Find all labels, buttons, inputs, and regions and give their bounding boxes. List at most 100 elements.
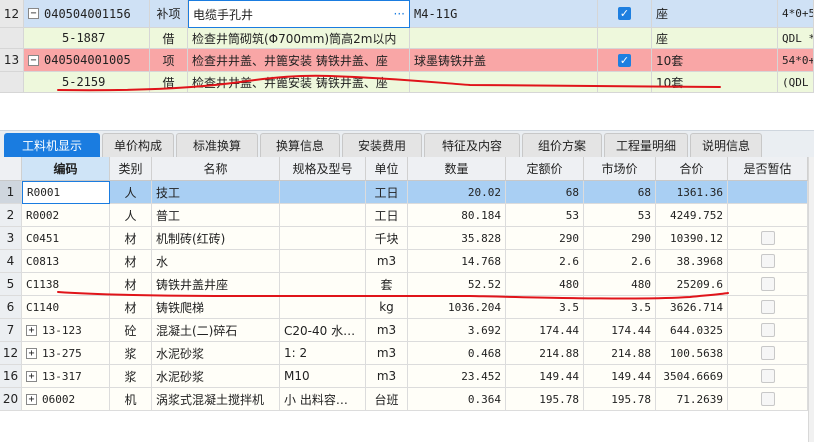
resource-category[interactable]: 材 bbox=[110, 296, 152, 319]
table-row[interactable]: 6 C1140 材铸铁爬梯 kg 1036.204 3.5 3.5 3626.714 bbox=[0, 296, 808, 319]
expand-icon[interactable]: + bbox=[26, 347, 37, 359]
code-cell[interactable]: − 040504001156 bbox=[24, 0, 150, 28]
collapse-icon[interactable]: − bbox=[28, 54, 39, 66]
pane-splitter[interactable] bbox=[0, 94, 814, 131]
resource-category[interactable]: 人 bbox=[110, 204, 152, 227]
resource-code[interactable]: +06002 bbox=[22, 388, 110, 411]
resource-unit[interactable]: kg bbox=[366, 296, 408, 319]
resource-code[interactable]: +13-123 bbox=[22, 319, 110, 342]
resource-code[interactable]: C0813 bbox=[22, 250, 110, 273]
col-header-total[interactable]: 合价 bbox=[656, 157, 728, 181]
resource-quantity[interactable]: 35.828 bbox=[408, 227, 506, 250]
resource-estimated[interactable] bbox=[728, 342, 808, 365]
expand-icon[interactable]: + bbox=[26, 324, 37, 336]
item-row[interactable]: 12 − 040504001156 补项 电缆手孔井 ··· M4-11G ✓ … bbox=[0, 0, 814, 28]
resource-market-price[interactable]: 2.6 bbox=[584, 250, 656, 273]
col-header-unit[interactable]: 单位 bbox=[366, 157, 408, 181]
resource-quantity[interactable]: 20.02 bbox=[408, 181, 506, 204]
resource-name[interactable]: 涡浆式混凝土搅拌机 bbox=[152, 388, 280, 411]
resource-unit[interactable]: m3 bbox=[366, 250, 408, 273]
resource-name[interactable]: 普工 bbox=[152, 204, 280, 227]
resource-quota-price[interactable]: 174.44 bbox=[506, 319, 584, 342]
collapse-icon[interactable]: − bbox=[28, 8, 39, 19]
checkbox-icon[interactable] bbox=[760, 392, 775, 406]
resource-quota-price[interactable]: 68 bbox=[506, 181, 584, 204]
resource-estimated[interactable] bbox=[728, 296, 808, 319]
resource-total[interactable]: 71.2639 bbox=[656, 388, 728, 411]
resource-quota-price[interactable]: 214.88 bbox=[506, 342, 584, 365]
checkbox-icon[interactable] bbox=[760, 369, 775, 383]
table-row[interactable]: 7 +13-123 砼混凝土(二)碎石 C20-40 水… m3 3.692 174.44 1… bbox=[0, 319, 808, 342]
resource-code[interactable]: C1138 bbox=[22, 273, 110, 296]
item-subrow[interactable]: 5-2159 借 检查井井盖、井篦安装 铸铁井盖、座 10套 (QDL + bbox=[0, 72, 814, 93]
resource-code[interactable]: C1140 bbox=[22, 296, 110, 319]
resource-spec[interactable] bbox=[280, 227, 366, 250]
resource-category[interactable]: 浆 bbox=[110, 365, 152, 388]
table-row[interactable]: 2 R0002 人普工 工日 80.184 53 53 4249.752 bbox=[0, 204, 808, 227]
table-row[interactable]: 4 C0813 材水 m3 14.768 2.6 2.6 38.3968 bbox=[0, 250, 808, 273]
resource-estimated[interactable] bbox=[728, 388, 808, 411]
more-button[interactable]: ··· bbox=[394, 7, 405, 21]
resource-quantity[interactable]: 80.184 bbox=[408, 204, 506, 227]
check-cell[interactable]: ✓ bbox=[598, 49, 652, 72]
resource-quota-price[interactable]: 480 bbox=[506, 273, 584, 296]
resource-code[interactable]: C0451 bbox=[22, 227, 110, 250]
table-row[interactable]: 3 C0451 材机制砖(红砖) 千块 35.828 290 290 10390.12 bbox=[0, 227, 808, 250]
col-header-spec[interactable]: 规格及型号 bbox=[280, 157, 366, 181]
resource-unit[interactable]: 千块 bbox=[366, 227, 408, 250]
checkbox-icon[interactable] bbox=[760, 231, 775, 245]
col-header-category[interactable]: 类别 bbox=[110, 157, 152, 181]
resource-quantity[interactable]: 1036.204 bbox=[408, 296, 506, 319]
resource-market-price[interactable]: 290 bbox=[584, 227, 656, 250]
resource-unit[interactable]: 套 bbox=[366, 273, 408, 296]
resource-spec[interactable] bbox=[280, 273, 366, 296]
resource-quota-price[interactable]: 149.44 bbox=[506, 365, 584, 388]
resource-quota-price[interactable]: 290 bbox=[506, 227, 584, 250]
resource-code[interactable]: R0001 bbox=[22, 181, 110, 204]
resource-spec[interactable] bbox=[280, 204, 366, 227]
checkbox-icon[interactable] bbox=[760, 254, 775, 268]
resource-quota-price[interactable]: 3.5 bbox=[506, 296, 584, 319]
resource-quota-price[interactable]: 195.78 bbox=[506, 388, 584, 411]
resource-market-price[interactable]: 195.78 bbox=[584, 388, 656, 411]
resource-unit[interactable]: m3 bbox=[366, 319, 408, 342]
item-subrow[interactable]: 5-1887 借 检查井筒砌筑(Φ700mm)筒高2m以内 座 QDL * bbox=[0, 28, 814, 49]
resource-category[interactable]: 材 bbox=[110, 273, 152, 296]
checkbox-checked-icon[interactable]: ✓ bbox=[618, 53, 631, 67]
tab-unit-price[interactable]: 单价构成 bbox=[102, 133, 174, 157]
resource-estimated[interactable] bbox=[728, 204, 808, 227]
check-cell[interactable]: ✓ bbox=[598, 0, 652, 28]
checkbox-icon[interactable] bbox=[760, 277, 775, 291]
col-header-name[interactable]: 名称 bbox=[152, 157, 280, 181]
resource-quota-price[interactable]: 53 bbox=[506, 204, 584, 227]
resource-estimated[interactable] bbox=[728, 273, 808, 296]
resource-quantity[interactable]: 23.452 bbox=[408, 365, 506, 388]
tab-features[interactable]: 特征及内容 bbox=[424, 133, 520, 157]
tab-conversion-info[interactable]: 换算信息 bbox=[260, 133, 340, 157]
col-header-market-price[interactable]: 市场价 bbox=[584, 157, 656, 181]
resource-total[interactable]: 644.0325 bbox=[656, 319, 728, 342]
col-header-estimated[interactable]: 是否暂估 bbox=[728, 157, 808, 181]
resource-name[interactable]: 机制砖(红砖) bbox=[152, 227, 280, 250]
resource-total[interactable]: 38.3968 bbox=[656, 250, 728, 273]
resource-estimated[interactable] bbox=[728, 365, 808, 388]
resource-quantity[interactable]: 14.768 bbox=[408, 250, 506, 273]
col-header-code[interactable]: 编码 bbox=[22, 157, 110, 181]
resource-category[interactable]: 砼 bbox=[110, 319, 152, 342]
resource-market-price[interactable]: 53 bbox=[584, 204, 656, 227]
resource-quantity[interactable]: 52.52 bbox=[408, 273, 506, 296]
resource-total[interactable]: 1361.36 bbox=[656, 181, 728, 204]
resource-unit[interactable]: 台班 bbox=[366, 388, 408, 411]
resource-quantity[interactable]: 0.468 bbox=[408, 342, 506, 365]
resource-estimated[interactable] bbox=[728, 250, 808, 273]
name-cell-editing[interactable]: 电缆手孔井 ··· bbox=[188, 0, 410, 28]
resource-quantity[interactable]: 0.364 bbox=[408, 388, 506, 411]
checkbox-checked-icon[interactable]: ✓ bbox=[618, 7, 631, 20]
code-cell[interactable]: − 040504001005 bbox=[24, 49, 150, 72]
resource-quantity[interactable]: 3.692 bbox=[408, 319, 506, 342]
resource-total[interactable]: 4249.752 bbox=[656, 204, 728, 227]
tab-notes[interactable]: 说明信息 bbox=[690, 133, 762, 157]
table-row[interactable]: 12 +13-275 浆水泥砂浆 1: 2 m3 0.468 214.88 214.88 100… bbox=[0, 342, 808, 365]
resource-total[interactable]: 3504.6669 bbox=[656, 365, 728, 388]
col-header-quantity[interactable]: 数量 bbox=[408, 157, 506, 181]
